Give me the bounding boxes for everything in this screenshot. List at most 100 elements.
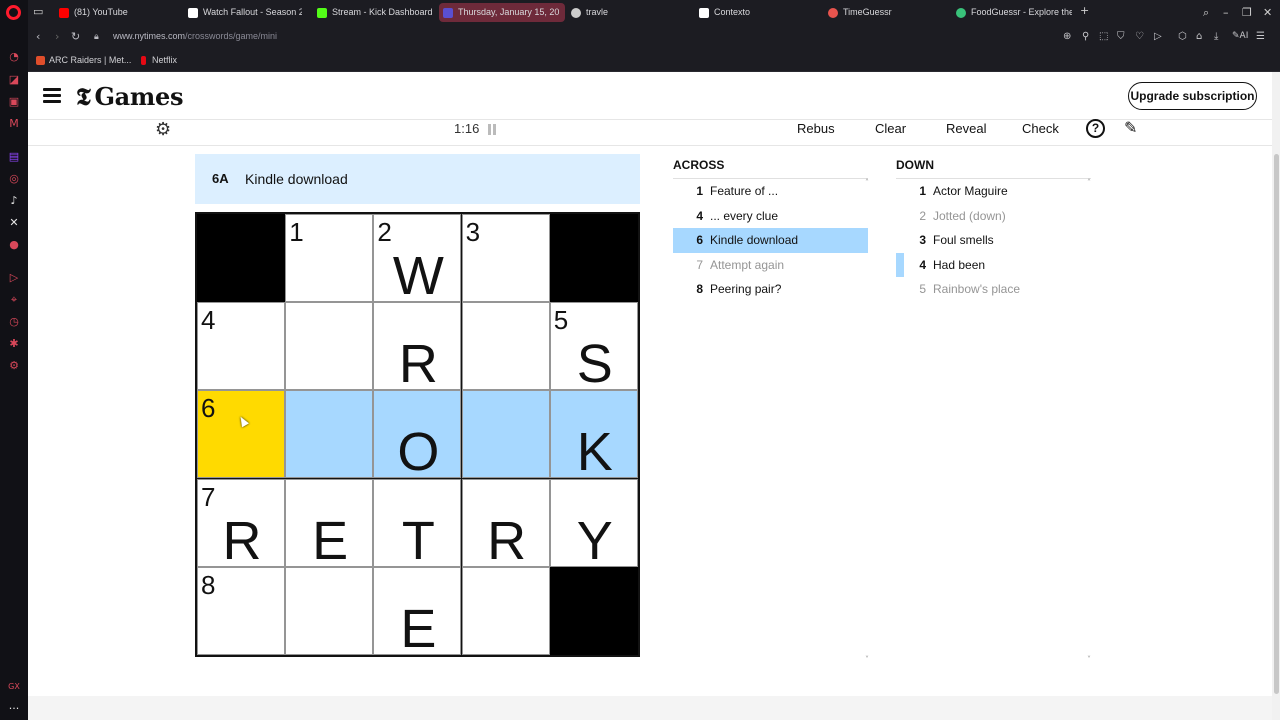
extensions-cube-icon[interactable]: ⬡ [1178,31,1187,42]
across-title: ACROSS [673,158,725,172]
grid-cell[interactable] [461,302,550,391]
zoom-icon[interactable]: ⊕ [1063,31,1071,42]
hamburger-menu-icon[interactable] [43,88,61,103]
vpn-shield-icon[interactable]: ⛉ [1117,31,1125,42]
grid-cell[interactable]: 8 [197,566,285,655]
tab-kick[interactable]: Stream - Kick Dashboard [313,3,441,22]
down-clue-item[interactable]: 4 Had been [896,252,1091,278]
grid-cell[interactable]: E [373,566,462,656]
across-clue-item[interactable]: 1 Feature of ... [673,179,868,204]
grid-cell[interactable]: E [285,478,374,568]
rebus-button[interactable]: Rebus [797,121,835,136]
grid-cell[interactable]: 6 [197,390,285,479]
reload-icon[interactable]: ↻ [71,30,80,43]
grid-cell[interactable]: 5S [549,302,638,391]
grid-cell[interactable]: T [373,478,462,568]
tab-crossword-active[interactable]: Thursday, January 15, 20 [439,3,565,22]
tab-foodguessr[interactable]: FoodGuessr - Explore the [952,3,1072,22]
url-field[interactable]: www.nytimes.com/crosswords/game/mini [113,31,277,41]
grid-cell[interactable]: 2W [373,214,462,303]
tab-travle[interactable]: travle [567,3,687,22]
down-clue-item[interactable]: 5 Rainbow's place [896,277,1091,302]
grid-cell[interactable] [285,390,374,479]
bookmark-arc-raiders[interactable]: ARC Raiders | Met... [36,55,131,65]
forward-icon[interactable]: › [55,30,59,43]
easy-setup-icon[interactable]: ☰ [1256,31,1265,42]
close-window-icon[interactable]: ✕ [1263,6,1272,19]
scrollbar-thumb[interactable] [1274,154,1279,694]
tab-timeguessr[interactable]: TimeGuessr [824,3,944,22]
more-icon[interactable]: ··· [7,702,21,716]
across-clue-item[interactable]: 4 ... every clue [673,204,868,229]
snapshot-icon[interactable]: ⬚ [1099,31,1108,42]
history-icon[interactable]: ◷ [7,315,21,329]
grid-cell[interactable]: R [373,302,462,391]
active-clue-bar[interactable]: 6A Kindle download [195,154,640,204]
tiktok-icon[interactable]: ♪ [7,194,21,208]
player-icon[interactable]: ▷ [7,271,21,285]
restore-icon[interactable]: ❐ [1242,6,1252,19]
settings-icon[interactable]: ⚙ [7,359,21,373]
opera-logo-icon[interactable] [6,5,21,20]
grid-cell[interactable]: O [373,390,462,479]
down-clue-item[interactable]: 3 Foul smells [896,228,1091,253]
tab-fallout[interactable]: Watch Fallout - Season 2 | [184,3,302,22]
grid-cell[interactable]: 7R [197,478,285,568]
reveal-button[interactable]: Reveal [946,121,986,136]
twitch-icon[interactable]: ▤ [7,150,21,164]
extensions-icon[interactable]: ✱ [7,337,21,351]
tab-youtube[interactable]: (81) YouTube [55,3,183,22]
search-tabs-icon[interactable]: ⌕ [1203,6,1209,20]
across-scroll-down-icon[interactable]: ˅ [865,655,869,664]
grid-cell[interactable]: 4 [197,302,285,391]
grid-cell[interactable]: K [549,390,638,479]
clue-number: 3 [919,233,926,248]
pause-icon[interactable] [488,122,498,135]
across-clue-item[interactable]: 8 Peering pair? [673,277,868,302]
grid-cell[interactable] [461,566,550,655]
settings-gear-icon[interactable]: ⚙ [155,119,171,140]
across-clue-item[interactable]: 6 Kindle download [673,228,868,253]
player-play-icon[interactable]: ▷ [1154,31,1162,42]
grid-cell[interactable] [285,302,374,391]
grid-cell[interactable] [461,390,550,479]
back-icon[interactable]: ‹ [36,30,40,43]
clear-button[interactable]: Clear [875,121,906,136]
down-clue-item[interactable]: 1 Actor Maguire [896,179,1091,204]
pin-icon[interactable]: ⌖ [7,293,21,307]
grid-cell[interactable]: 3 [461,214,550,302]
minimize-icon[interactable]: – [1223,6,1229,19]
tab-contexto[interactable]: Contexto [695,3,815,22]
down-clue-item[interactable]: 2 Jotted (down) [896,204,1091,229]
grid-cell[interactable]: R [461,478,550,568]
x-icon[interactable]: ✕ [7,216,21,230]
music-icon[interactable]: ● [7,238,21,252]
nyt-games-logo[interactable]: 𝕿 Games [76,82,183,111]
aria-ai-icon[interactable]: ✎AI [1232,31,1248,41]
instagram-icon[interactable]: ◎ [7,172,21,186]
tab-menu-icon[interactable]: ▭ [33,5,43,18]
help-icon[interactable]: ? [1086,119,1105,138]
check-button[interactable]: Check [1022,121,1059,136]
wallet-icon[interactable]: ⌂ [1196,31,1202,42]
grid-cell[interactable]: Y [549,478,638,568]
bookmark-netflix[interactable]: Netflix [139,55,177,65]
grid-cell[interactable]: 1 [285,214,374,302]
heart-icon[interactable]: ♡ [1135,31,1144,42]
upgrade-subscription-button[interactable]: Upgrade subscription [1128,82,1257,110]
down-scroll-up-icon[interactable]: ˄ [1087,178,1091,187]
gx-icon[interactable]: GX [7,680,21,694]
download-icon[interactable]: ⤓ [1214,31,1218,42]
pencil-icon[interactable]: ✎ [1124,118,1137,137]
gmail-icon[interactable]: M [7,117,21,131]
messenger-icon[interactable]: ◪ [7,73,21,87]
bookmark-pin-icon[interactable]: ⚲ [1082,31,1089,42]
page-scrollbar[interactable] [1272,72,1280,720]
across-scroll-up-icon[interactable]: ˄ [865,178,869,187]
grid-cell[interactable] [285,566,374,655]
aria-icon[interactable]: ◔ [7,50,21,64]
across-clue-item[interactable]: 7 Attempt again [673,253,868,278]
down-scroll-down-icon[interactable]: ˅ [1087,655,1091,664]
new-tab-icon[interactable]: + [1080,4,1089,17]
whatsapp-icon[interactable]: ▣ [7,95,21,109]
